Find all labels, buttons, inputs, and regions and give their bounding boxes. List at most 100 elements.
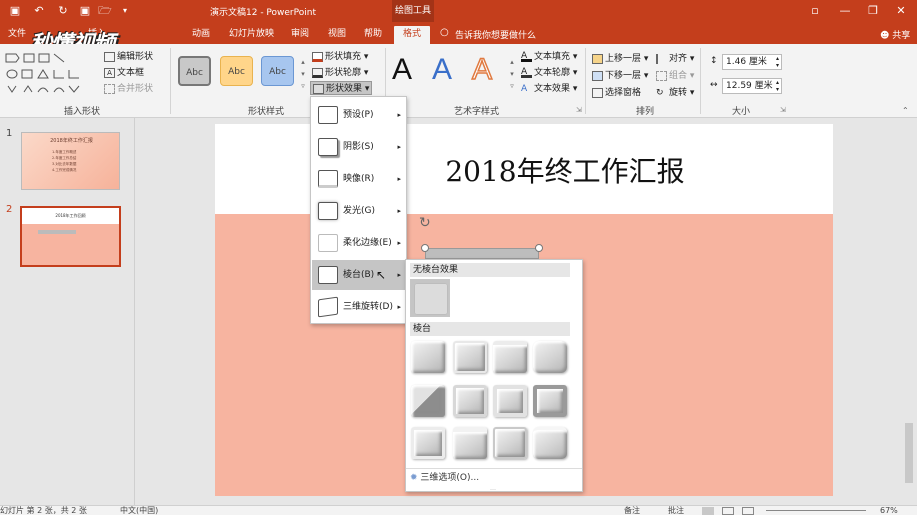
zoom-level[interactable]: 67% [880, 506, 898, 515]
tab-animations[interactable]: 动画 [188, 26, 214, 44]
shape-style-sample-2[interactable]: Abc [220, 56, 253, 86]
bevel-option[interactable] [493, 427, 527, 459]
shape-style-sample-3[interactable]: Abc [261, 56, 294, 86]
comments-button[interactable]: 批注 [668, 506, 684, 515]
edit-shape-button[interactable]: 编辑形状 [104, 50, 153, 64]
bevel-option[interactable] [533, 427, 567, 459]
align-label: 对齐 [669, 54, 688, 64]
bevel-option[interactable] [493, 341, 527, 373]
vertical-scrollbar[interactable] [905, 423, 913, 483]
merge-shapes-button[interactable]: 合并形状 [104, 82, 153, 96]
collapse-ribbon-icon[interactable]: ⌃ [902, 106, 909, 115]
bevel-option[interactable] [411, 385, 445, 417]
notes-button[interactable]: 备注 [624, 506, 640, 515]
resize-grip-icon[interactable]: … [490, 485, 496, 492]
shape-effects-label: 形状效果 [326, 84, 363, 94]
rotate-handle-icon[interactable]: ↻ [419, 215, 431, 231]
bevel-option[interactable] [493, 385, 527, 417]
preset-icon [318, 106, 338, 124]
bevel-option[interactable] [453, 385, 487, 417]
zoom-slider[interactable] [766, 510, 866, 511]
group-button[interactable]: 组合 ▾ [656, 69, 694, 83]
bevel-option[interactable] [533, 385, 567, 417]
tab-view[interactable]: 视图 [324, 26, 350, 44]
shape-outline-button[interactable]: 形状轮廓 ▾ [312, 66, 368, 80]
menu-item-bevel[interactable]: 棱台(B) ▸ [312, 260, 407, 290]
ribbon-display-icon[interactable]: ▫ [808, 4, 822, 18]
slide-title[interactable]: 2018年终工作汇报 [365, 154, 765, 190]
tab-review[interactable]: 审阅 [287, 26, 313, 44]
undo-icon[interactable]: ↶ [32, 4, 46, 18]
maximize-icon[interactable]: ❐ [866, 4, 880, 18]
paint-bucket-icon [312, 51, 323, 62]
slide-sorter-icon[interactable] [722, 507, 734, 515]
spinner-icon[interactable]: ▴ ▾ [776, 79, 779, 93]
bring-forward-button[interactable]: 上移一层 ▾ [592, 52, 648, 66]
slide-thumbnail-1[interactable]: 2018年终工作汇报 1.年度工作概述 2.年度工作总结 3.对比去年数据 4.… [21, 132, 120, 190]
open-folder-icon[interactable]: 🗁 [98, 4, 112, 18]
text-fill-button[interactable]: A 文本填充 ▾ [521, 50, 577, 64]
selection-pane-button[interactable]: 选择窗格 [592, 86, 641, 100]
resize-handle[interactable] [421, 244, 429, 252]
group-separator [170, 48, 171, 114]
shape-styles-group-label: 形状样式 [248, 107, 285, 117]
tell-me-search[interactable]: 告诉我你想要做什么 [455, 28, 536, 41]
3d-options-link[interactable]: ✹ 三维选项(O)... [410, 471, 479, 485]
menu-item-soft-edges[interactable]: 柔化边缘(E) ▸ [312, 228, 407, 258]
spinner-icon[interactable]: ▴ ▾ [776, 55, 779, 69]
wordart-sample-2[interactable]: A [432, 52, 452, 88]
align-button[interactable]: 对齐 ▾ [656, 52, 694, 66]
selected-shape[interactable] [425, 248, 539, 259]
shape-styles-more-icon[interactable]: ▴ ▾ ▿ [299, 56, 307, 92]
text-effects-label: 文本效果 [534, 84, 571, 94]
slide-thumbnail-2[interactable]: 2018年工作回顾 [20, 206, 121, 267]
close-icon[interactable]: ✕ [894, 4, 908, 18]
wordart-sample-1[interactable]: A [392, 52, 412, 88]
language-indicator[interactable]: 中文(中国) [120, 506, 158, 515]
tab-help[interactable]: 帮助 [360, 26, 386, 44]
tab-format[interactable]: 格式 [394, 26, 430, 44]
menu-item-shadow[interactable]: 阴影(S) ▸ [312, 132, 407, 162]
slide-count: 幻灯片 第 2 张，共 2 张 [0, 506, 87, 515]
text-effects-button[interactable]: A 文本效果 ▾ [521, 82, 577, 96]
tab-slideshow[interactable]: 幻灯片放映 [225, 26, 278, 44]
reading-view-icon[interactable] [742, 507, 754, 515]
text-outline-button[interactable]: A 文本轮廓 ▾ [521, 66, 577, 80]
dialog-launcher-icon[interactable]: ⇲ [780, 106, 786, 114]
presentation-icon[interactable]: ▣ [78, 4, 92, 18]
shape-style-sample-1[interactable]: Abc [178, 56, 211, 86]
tab-file[interactable]: 文件 [4, 26, 30, 44]
dialog-launcher-icon[interactable]: ⇲ [576, 106, 582, 114]
menu-item-reflection[interactable]: 映像(R) ▸ [312, 164, 407, 194]
no-bevel-option[interactable] [410, 279, 450, 317]
bevel-option[interactable] [453, 341, 487, 373]
shape-fill-button[interactable]: 形状填充 ▾ [312, 50, 368, 64]
menu-divider [406, 468, 582, 469]
shape-height-field[interactable]: 1.46 厘米 ▴ ▾ [722, 54, 782, 70]
wordart-more-icon[interactable]: ▴ ▾ ▿ [508, 56, 516, 92]
menu-item-label: 柔化边缘(E) [343, 238, 392, 248]
rotate-button[interactable]: ↻ 旋转 ▾ [656, 86, 694, 100]
normal-view-icon[interactable] [702, 507, 714, 515]
text-box-button[interactable]: A 文本框 [104, 66, 144, 80]
shape-width-field[interactable]: 12.59 厘米 ▴ ▾ [722, 78, 782, 94]
shape-effects-button[interactable]: 形状效果 ▾ [310, 81, 373, 95]
menu-item-preset[interactable]: 预设(P) ▸ [312, 100, 407, 130]
bevel-option[interactable] [453, 427, 487, 459]
minimize-icon[interactable]: — [838, 4, 852, 18]
wordart-sample-3[interactable]: A [471, 52, 493, 88]
document-title: 演示文稿12 - PowerPoint [210, 8, 316, 18]
bevel-option[interactable] [411, 427, 445, 459]
shapes-gallery[interactable] [4, 50, 100, 96]
menu-item-glow[interactable]: 发光(G) ▸ [312, 196, 407, 226]
share-button[interactable]: ☻ 共享 [880, 28, 910, 41]
bevel-option[interactable] [533, 341, 567, 373]
customize-toolbar-icon[interactable]: ▾ [118, 4, 132, 18]
save-icon[interactable]: ▣ [8, 4, 22, 18]
menu-item-3d-rotation[interactable]: 三维旋转(D) ▸ [312, 292, 407, 322]
redo-icon[interactable]: ↻ [56, 4, 70, 18]
arrange-group-label: 排列 [636, 107, 655, 117]
send-backward-button[interactable]: 下移一层 ▾ [592, 69, 648, 83]
resize-handle[interactable] [535, 244, 543, 252]
bevel-option[interactable] [411, 341, 445, 373]
